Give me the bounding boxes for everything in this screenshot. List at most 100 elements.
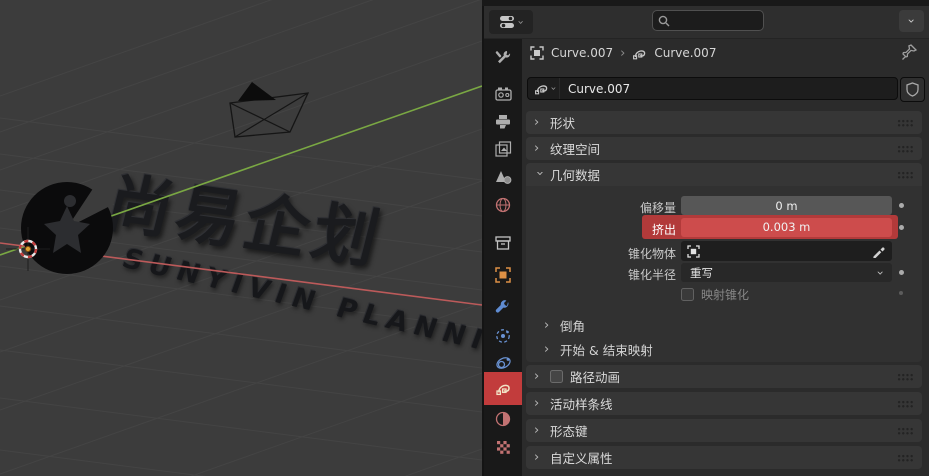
animate-dot[interactable]	[899, 203, 904, 208]
breadcrumb-data[interactable]: Curve.007	[654, 46, 716, 60]
chevron-right-icon: ›	[534, 450, 543, 465]
material-sphere-icon	[495, 411, 511, 427]
tab-collection[interactable]	[484, 228, 522, 258]
curve-data-icon	[495, 381, 512, 396]
animate-dot[interactable]	[899, 225, 904, 230]
panel-path-animation[interactable]: › 路径动画	[526, 365, 922, 388]
tab-object-data[interactable]	[484, 372, 522, 405]
chevron-right-icon: ›	[534, 396, 543, 411]
object-brackets-icon	[495, 267, 511, 283]
chevron-right-icon: ›	[534, 141, 543, 156]
header-options-button[interactable]: ›	[899, 10, 924, 32]
search-box[interactable]	[652, 10, 764, 31]
panel-drag-grip[interactable]	[897, 171, 914, 179]
panel-geometry[interactable]: › 几何数据	[526, 163, 922, 186]
subpanel-bevel[interactable]: › 倒角	[544, 315, 844, 335]
taper-object-label: 锥化物体	[526, 245, 676, 262]
tab-tool[interactable]	[484, 42, 522, 72]
animate-dot[interactable]	[899, 291, 903, 295]
scene-camera-object[interactable]	[215, 72, 325, 152]
object-brackets-icon	[687, 245, 700, 258]
id-type-selector[interactable]: ›	[528, 78, 560, 99]
taper-radius-label: 锥化半径	[526, 266, 676, 283]
panel-shape-keys[interactable]: › 形态键	[526, 419, 922, 442]
map-taper-checkbox[interactable]	[681, 288, 694, 301]
panel-drag-grip[interactable]	[897, 400, 914, 408]
panel-drag-grip[interactable]	[897, 373, 914, 381]
extrude-field[interactable]: 0.003 m	[681, 218, 892, 237]
taper-object-field[interactable]	[681, 241, 892, 261]
map-taper-row: 映射锥化	[681, 286, 749, 303]
taper-radius-value: 重写	[690, 265, 713, 281]
panel-drag-grip[interactable]	[897, 454, 914, 462]
tab-scene[interactable]	[484, 162, 522, 192]
tab-object[interactable]	[484, 260, 522, 290]
chevron-right-icon: ›	[534, 423, 543, 438]
breadcrumb-separator: ›	[620, 46, 625, 61]
camera-back-icon	[495, 86, 512, 101]
chevron-down-icon: ›	[905, 19, 919, 24]
panel-texture-space[interactable]: › 纹理空间	[526, 137, 922, 160]
images-stack-icon	[495, 141, 512, 157]
3d-viewport[interactable]: SUNYIVIN PLANNING 尚易企划	[0, 0, 482, 476]
tab-material[interactable]	[484, 404, 522, 434]
curve-data-icon	[632, 47, 647, 60]
texture-checker-icon	[496, 440, 511, 455]
tab-modifiers[interactable]	[484, 293, 522, 323]
offset-label: 偏移量	[526, 199, 676, 216]
subpanel-title: 开始 & 结束映射	[560, 340, 653, 359]
panel-drag-grip[interactable]	[897, 427, 914, 435]
chevron-right-icon: ›	[544, 318, 553, 333]
search-input[interactable]	[674, 14, 758, 28]
particles-icon	[495, 328, 511, 344]
tab-particles[interactable]	[484, 321, 522, 351]
eyedropper-icon[interactable]	[872, 244, 886, 258]
panel-title: 形态键	[550, 421, 588, 440]
datablock-name-field[interactable]: › Curve.007	[527, 77, 898, 100]
panel-custom-properties[interactable]: › 自定义属性	[526, 446, 922, 469]
map-taper-label: 映射锥化	[701, 286, 749, 303]
globe-icon	[495, 197, 511, 213]
animate-dot[interactable]	[899, 270, 904, 275]
chevron-right-icon: ›	[534, 369, 543, 384]
panel-title: 自定义属性	[550, 448, 613, 467]
offset-field[interactable]: 0 m	[681, 196, 892, 215]
properties-editor-icon	[499, 15, 516, 29]
subpanel-start-end-mapping[interactable]: › 开始 & 结束映射	[544, 339, 844, 359]
breadcrumb-object[interactable]: Curve.007	[551, 46, 613, 60]
blender-window: SUNYIVIN PLANNING 尚易企划	[0, 0, 929, 476]
panel-shape[interactable]: › 形状	[526, 111, 922, 134]
chevron-down-icon: ›	[548, 87, 559, 91]
taper-radius-dropdown[interactable]: 重写 ›	[681, 263, 892, 282]
archive-box-icon	[495, 236, 511, 250]
chevron-down-icon: ›	[515, 20, 528, 24]
pin-icon[interactable]	[901, 43, 919, 61]
tab-view-layer[interactable]	[484, 134, 522, 164]
editor-type-button[interactable]: ›	[489, 10, 533, 34]
tab-render[interactable]	[484, 78, 522, 108]
panel-title: 路径动画	[570, 367, 620, 386]
breadcrumb: Curve.007 › Curve.007	[530, 42, 900, 64]
search-icon	[658, 15, 670, 27]
shield-icon	[906, 82, 919, 97]
tab-world[interactable]	[484, 190, 522, 220]
extrude-label: 挤出	[526, 221, 676, 238]
printer-icon	[495, 114, 511, 129]
tool-icon	[495, 49, 512, 66]
datablock-name-value[interactable]: Curve.007	[560, 82, 630, 96]
chevron-right-icon: ›	[534, 115, 543, 130]
tab-output[interactable]	[484, 106, 522, 136]
scene-icon	[495, 169, 512, 185]
fake-user-shield-button[interactable]	[900, 77, 925, 102]
wrench-icon	[495, 300, 512, 317]
physics-orbit-icon	[495, 355, 512, 371]
panel-title: 纹理空间	[550, 139, 600, 158]
panel-drag-grip[interactable]	[897, 119, 914, 127]
panel-drag-grip[interactable]	[897, 145, 914, 153]
panel-title: 几何数据	[550, 165, 600, 184]
tab-texture[interactable]	[484, 432, 522, 462]
panel-active-spline[interactable]: › 活动样条线	[526, 392, 922, 415]
path-animation-checkbox[interactable]	[550, 370, 563, 383]
3d-cursor[interactable]	[6, 227, 50, 271]
chevron-down-icon: ›	[532, 171, 547, 180]
